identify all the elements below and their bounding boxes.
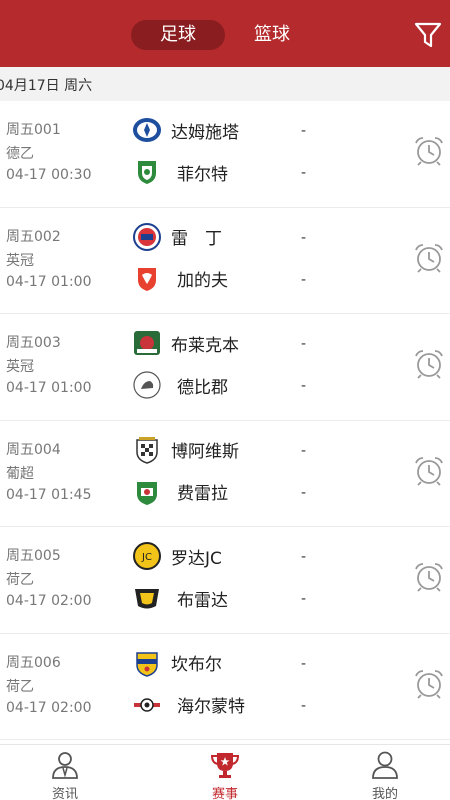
away-team-name: 海尔蒙特	[177, 697, 245, 717]
match-row[interactable]: 周五006 荷乙 04-17 02:00 坎布尔 海尔蒙特 - -	[0, 633, 450, 740]
match-league: 德乙	[6, 146, 34, 162]
away-team: 海尔蒙特	[131, 690, 245, 720]
furth-logo-icon	[131, 157, 163, 187]
darmstadt-logo-icon	[131, 115, 163, 145]
match-time: 04-17 02:00	[6, 699, 92, 716]
match-time: 04-17 01:45	[6, 486, 92, 503]
home-score: -	[301, 549, 307, 565]
home-team: 布莱克本	[131, 328, 239, 358]
away-team-name: 布雷达	[177, 590, 228, 611]
match-league: 英冠	[6, 359, 34, 375]
match-time: 04-17 02:00	[6, 593, 92, 609]
home-score: -	[301, 229, 307, 246]
home-team: 坎布尔	[131, 648, 222, 678]
away-score: -	[301, 378, 307, 394]
home-team: 达姆施塔	[131, 115, 239, 145]
match-list: 周五001 德乙 04-17 00:30 达姆施塔 菲尔特 - - 周五002 …	[0, 101, 450, 740]
tab-news-label: 资讯	[51, 787, 78, 800]
news-person-icon	[50, 751, 80, 779]
alarm-clock-icon[interactable]	[412, 454, 446, 488]
away-team: 加的夫	[131, 264, 228, 294]
home-score: -	[301, 655, 307, 672]
alarm-clock-icon[interactable]	[412, 667, 446, 701]
away-score: -	[301, 697, 307, 714]
away-score: -	[301, 165, 307, 181]
match-row[interactable]: 周五004 葡超 04-17 01:45 博阿维斯 费雷拉 - -	[0, 420, 450, 527]
reading-logo-icon	[131, 222, 163, 252]
cambuur-logo-icon	[131, 648, 163, 678]
tab-news[interactable]: 资讯	[20, 745, 110, 800]
user-icon	[370, 751, 400, 779]
tab-football[interactable]: 足球	[131, 20, 225, 50]
breda-logo-icon	[131, 583, 163, 613]
svg-text:JC: JC	[141, 552, 152, 563]
tab-mine-label: 我的	[371, 787, 398, 800]
match-number: 周五002	[6, 228, 61, 245]
alarm-clock-icon[interactable]	[412, 347, 446, 381]
away-team-name: 费雷拉	[177, 484, 228, 504]
match-row[interactable]: 周五002 英冠 04-17 01:00 雷 丁 加的夫 - -	[0, 207, 450, 314]
away-score: -	[301, 484, 307, 501]
date-label: 04月17日 周六	[0, 78, 93, 94]
away-team-name: 加的夫	[177, 271, 228, 291]
match-row[interactable]: 周五003 英冠 04-17 01:00 布莱克本 德比郡 - -	[0, 314, 450, 421]
away-team: 布雷达	[131, 583, 228, 613]
match-number: 周五004	[6, 441, 61, 458]
roda-jc-logo-icon: JC	[131, 541, 163, 571]
away-team-name: 德比郡	[177, 377, 228, 398]
home-score: -	[301, 336, 307, 352]
tab-mine[interactable]: 我的	[340, 745, 430, 800]
match-time: 04-17 01:00	[6, 380, 92, 396]
match-league: 荷乙	[6, 572, 34, 588]
match-league: 英冠	[6, 252, 34, 269]
match-league: 荷乙	[6, 678, 34, 695]
top-header: 足球 篮球	[0, 0, 450, 67]
sport-switch: 足球 篮球	[131, 20, 319, 50]
trophy-icon	[210, 751, 240, 779]
home-team: JC 罗达JC	[131, 541, 222, 571]
home-score: -	[301, 442, 307, 459]
cardiff-logo-icon	[131, 264, 163, 294]
tab-basketball[interactable]: 篮球	[225, 20, 319, 50]
derby-logo-icon	[131, 370, 163, 400]
home-team-name: 布莱克本	[171, 335, 239, 356]
match-time: 04-17 00:30	[6, 167, 92, 183]
date-bar: 04月17日 周六	[0, 67, 450, 101]
home-score: -	[301, 123, 307, 139]
helmond-logo-icon	[131, 690, 163, 720]
boavista-logo-icon	[131, 435, 163, 465]
pacos-ferreira-logo-icon	[131, 477, 163, 507]
alarm-clock-icon[interactable]	[412, 560, 446, 594]
home-team: 雷 丁	[131, 222, 222, 252]
filter-icon[interactable]	[414, 22, 442, 48]
tab-events-label: 赛事	[211, 787, 238, 800]
match-number: 周五006	[6, 654, 61, 671]
home-team-name: 达姆施塔	[171, 122, 239, 143]
match-row[interactable]: 周五001 德乙 04-17 00:30 达姆施塔 菲尔特 - -	[0, 101, 450, 208]
away-team: 费雷拉	[131, 477, 228, 507]
home-team-name: 坎布尔	[171, 655, 222, 675]
match-number: 周五003	[6, 335, 61, 351]
match-league: 葡超	[6, 465, 34, 482]
bottom-tab-bar: 资讯 赛事 我的	[0, 744, 450, 800]
home-team-name: 博阿维斯	[171, 442, 239, 462]
alarm-clock-icon[interactable]	[412, 134, 446, 168]
away-team-name: 菲尔特	[177, 164, 228, 185]
away-team: 菲尔特	[131, 157, 228, 187]
blackburn-logo-icon	[131, 328, 163, 358]
match-number: 周五001	[6, 122, 61, 138]
match-row[interactable]: 周五005 荷乙 04-17 02:00 JC 罗达JC 布雷达 - -	[0, 527, 450, 634]
alarm-clock-icon[interactable]	[412, 241, 446, 275]
match-number: 周五005	[6, 548, 61, 564]
away-score: -	[301, 271, 307, 288]
away-team: 德比郡	[131, 370, 228, 400]
match-time: 04-17 01:00	[6, 273, 92, 290]
home-team-name: 罗达JC	[171, 548, 222, 569]
home-team: 博阿维斯	[131, 435, 239, 465]
away-score: -	[301, 591, 307, 607]
tab-events[interactable]: 赛事	[180, 745, 270, 800]
home-team-name: 雷 丁	[171, 229, 222, 249]
